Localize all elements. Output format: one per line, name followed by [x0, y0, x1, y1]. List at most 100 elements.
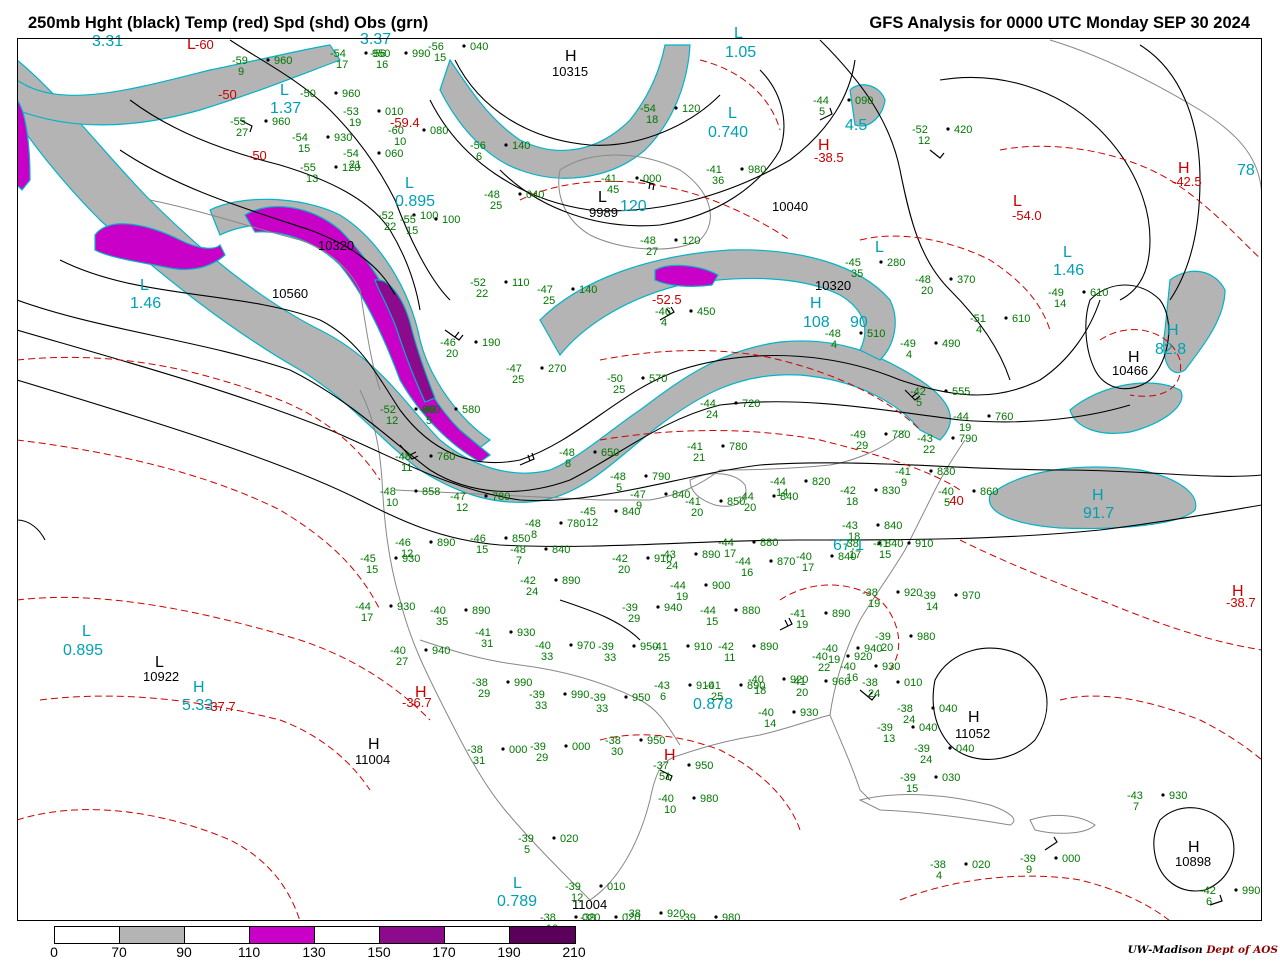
station-dot [464, 608, 468, 612]
station-dot [1082, 290, 1086, 294]
colorbar-label: 130 [302, 944, 326, 960]
station-obs: -39 97014 [920, 590, 980, 613]
station-obs: -40 84017 [796, 551, 856, 574]
speed-label: 90 [850, 314, 868, 331]
station-dot [804, 479, 808, 483]
station-obs: -49 61014 [1048, 287, 1108, 310]
station-dot [429, 540, 433, 544]
obs-dewpoint: 9 [1026, 864, 1032, 876]
obs-height: 820 [812, 476, 830, 488]
credit-org: UW-Madison [1127, 944, 1203, 956]
station-dot [326, 135, 330, 139]
obs-dewpoint: 19 [959, 422, 971, 434]
station-dot [462, 44, 466, 48]
station-dot [429, 454, 433, 458]
station-dot [518, 192, 522, 196]
obs-height: 960 [272, 116, 290, 128]
obs-dewpoint: 5 [616, 482, 622, 494]
station-obs: -46 4504 [655, 306, 715, 329]
station-dot [656, 605, 660, 609]
station-dot [1004, 316, 1008, 320]
station-dot [948, 746, 952, 750]
station-dot [571, 287, 575, 291]
station-dot [972, 489, 976, 493]
station-obs: -50 960 [300, 88, 360, 100]
station-dot [563, 692, 567, 696]
obs-dewpoint: 12 [456, 502, 468, 514]
station-dot [659, 911, 663, 915]
height-center-value: 10320 [815, 278, 851, 293]
station-dot [879, 260, 883, 264]
station-obs: -43 89024 [660, 549, 720, 572]
colorbar-cell [185, 927, 250, 943]
obs-dewpoint: 25 [512, 374, 524, 386]
obs-dewpoint: 30 [611, 746, 623, 758]
colorbar-label: 0 [50, 944, 58, 960]
obs-dewpoint: 33 [541, 651, 553, 663]
obs-dewpoint: 10 [664, 804, 676, 816]
station-dot [614, 915, 618, 919]
obs-dewpoint: 19 [868, 598, 880, 610]
station-dot [769, 559, 773, 563]
obs-height: 610 [1012, 313, 1030, 325]
wind-speed-colorbar [54, 926, 576, 944]
obs-dewpoint: 22 [476, 288, 488, 300]
station-dot [404, 51, 408, 55]
height-contour [1139, 44, 1201, 301]
station-dot [692, 796, 696, 800]
obs-height: 270 [548, 363, 566, 375]
gulf-coastline [589, 714, 871, 901]
station-obs: -40 93014 [758, 707, 818, 730]
station-obs: -41 89019 [790, 608, 850, 631]
station-dot [876, 523, 880, 527]
station-dot [1161, 793, 1165, 797]
obs-dewpoint: 35 [851, 268, 863, 280]
station-dot [644, 474, 648, 478]
obs-height: 510 [867, 328, 885, 340]
station-dot [394, 556, 398, 560]
obs-height: 790 [652, 471, 670, 483]
obs-height: 840 [838, 551, 856, 563]
obs-height: 890 [437, 537, 455, 549]
obs-height: 960 [832, 676, 850, 688]
obs-height: 930 [402, 553, 420, 565]
height-contours [17, 39, 1262, 892]
obs-height: 950 [695, 760, 713, 772]
station-dot [509, 630, 513, 634]
obs-temp: -50 [300, 88, 316, 100]
obs-height: 970 [577, 640, 595, 652]
station-obs: -52 42012 [912, 124, 972, 147]
obs-dewpoint: 11 [724, 652, 735, 664]
station-dot [544, 547, 548, 551]
obs-dewpoint: 20 [446, 348, 458, 360]
station-dot [734, 608, 738, 612]
obs-temp: -39 [580, 912, 596, 924]
obs-dewpoint: 15 [706, 616, 718, 628]
obs-height: 950 [632, 692, 650, 704]
obs-height: 010 [385, 106, 403, 118]
colorbar-cell [55, 927, 120, 943]
obs-dewpoint: 14 [764, 718, 776, 730]
obs-height: 040 [470, 41, 488, 53]
temperature-contour [699, 59, 781, 131]
jet-streak-gray [539, 249, 896, 361]
colorbar-label: 70 [111, 944, 127, 960]
height-center-mark: L [598, 189, 607, 206]
temperature-contour [999, 145, 1262, 261]
height-center-value: 11052 [955, 726, 990, 741]
station-dot [593, 450, 597, 454]
station-obs: -44 72024 [700, 398, 760, 421]
station-dot [635, 176, 639, 180]
obs-dewpoint: 5 [819, 106, 825, 118]
station-dot [414, 489, 418, 493]
height-center-mark: H [368, 736, 380, 753]
weather-map[interactable]: 3.31 1.05 1.37 0.740 0.895 1.46 1.46 82.… [0, 0, 1280, 960]
obs-dewpoint: 16 [376, 59, 388, 71]
obs-dewpoint: 24 [526, 586, 538, 598]
obs-height: 900 [712, 580, 730, 592]
temperature-contour [1059, 695, 1262, 761]
station-obs: -48 7808 [525, 518, 585, 541]
station-dot [624, 695, 628, 699]
station-dot [782, 677, 786, 681]
obs-height: 490 [942, 338, 960, 350]
